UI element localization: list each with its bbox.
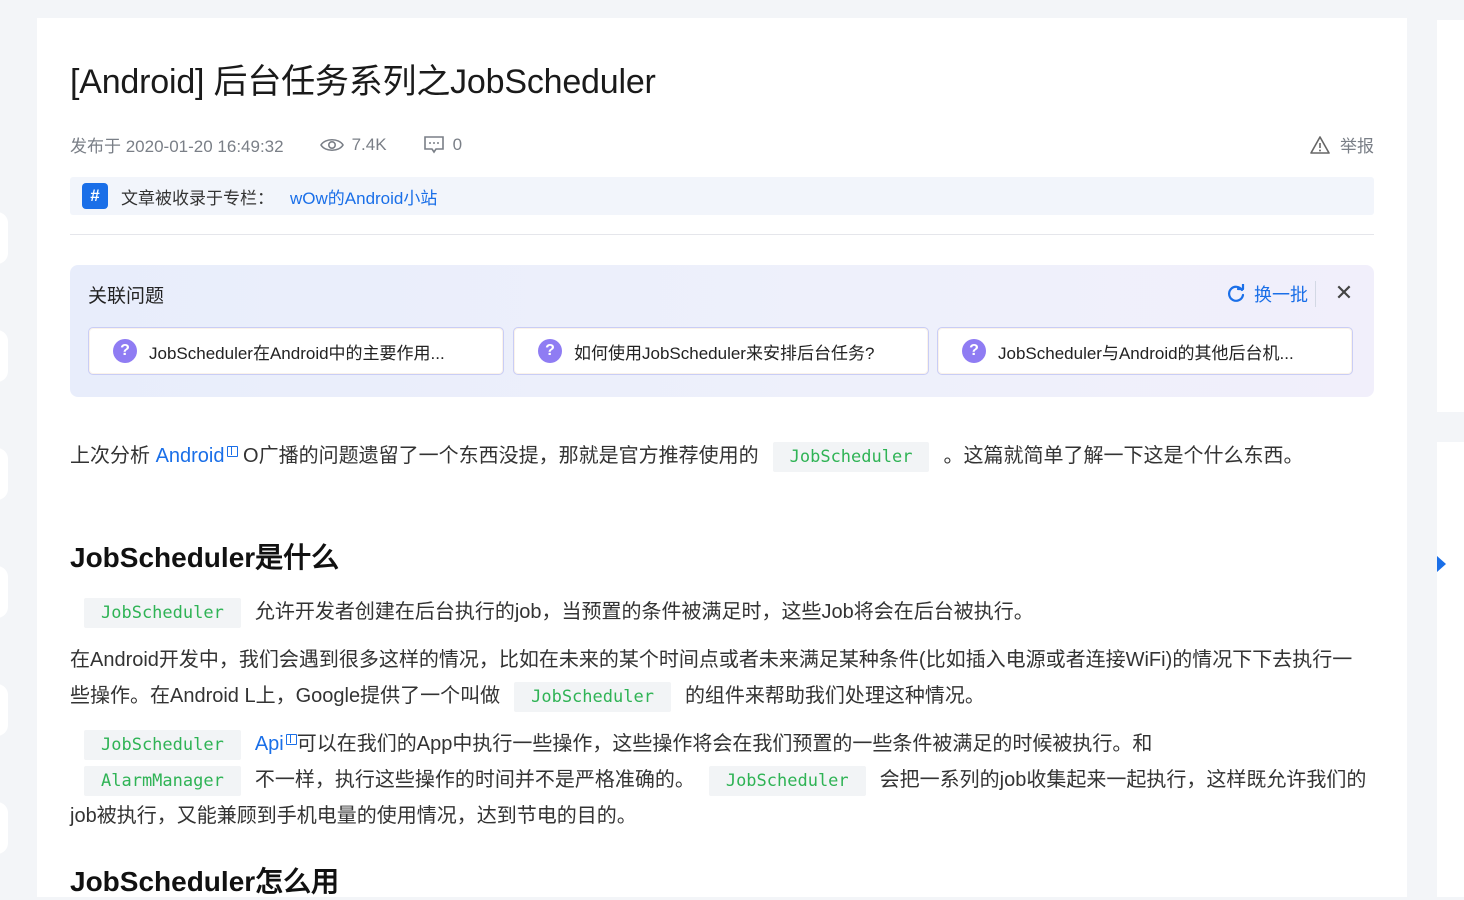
column-link[interactable]: wOw的Android小站 (290, 184, 437, 209)
paragraph-context: 在Android开发中，我们会遇到很多这样的情况，比如在未来的某个时间点或者未来… (70, 642, 1370, 714)
comment-icon (423, 135, 444, 153)
separator (1315, 281, 1316, 307)
divider (70, 234, 1374, 235)
column-label: 文章被收录于专栏： (121, 188, 274, 208)
expand-arrow-icon[interactable] (1437, 556, 1446, 572)
paragraph-what: JobScheduler 允许开发者创建在后台执行的job，当预置的条件被满足时，… (70, 594, 1370, 630)
sidebar-action-button[interactable] (0, 684, 8, 736)
close-icon[interactable]: ✕ (1334, 281, 1354, 305)
sidebar-action-button[interactable] (0, 448, 8, 500)
inline-code: JobScheduler (84, 729, 241, 760)
view-count-value: 7.4K (351, 134, 387, 154)
question-icon: ? (538, 339, 562, 363)
publish-date: 发布于 2020-01-20 16:49:32 (70, 137, 284, 156)
text: 。这篇就简单了解一下这是个什么东西。 (943, 445, 1304, 467)
inline-code: JobScheduler (514, 681, 671, 712)
related-title: 关联问题 (88, 286, 165, 307)
question-text: JobScheduler与Android的其他后台机... (998, 343, 1294, 363)
text: 上次分析 (70, 445, 156, 467)
android-link[interactable]: Android (156, 445, 225, 467)
related-question-card[interactable]: ? 如何使用JobScheduler来安排后台任务? (513, 327, 929, 375)
warning-icon (1310, 135, 1330, 154)
article-meta: 发布于 2020-01-20 16:49:32 7.4K 0 (70, 132, 462, 157)
question-icon: ? (962, 339, 986, 363)
article-card: [Android] 后台任务系列之JobScheduler 发布于 2020-0… (37, 18, 1407, 897)
related-question-card[interactable]: ? JobScheduler在Android中的主要作用... (88, 327, 504, 375)
section-heading: JobScheduler怎么用 (70, 866, 340, 897)
text: 不一样，执行这些操作的时间并不是严格准确的。 (254, 769, 695, 791)
sidebar-action-button[interactable] (0, 212, 8, 264)
right-side-panel (1437, 20, 1464, 412)
book-icon (226, 446, 238, 457)
column-banner: # 文章被收录于专栏： wOw的Android小站 (70, 177, 1374, 215)
refresh-icon (1228, 284, 1245, 302)
paragraph-intro: 上次分析 Android O广播的问题遗留了一个东西没提，那就是官方推荐使用的 J… (70, 438, 1370, 474)
report-button[interactable]: 举报 (1310, 132, 1374, 157)
refresh-button[interactable]: 换一批 (1226, 281, 1308, 307)
text: 可以在我们的App中执行一些操作，这些操作将会在我们预置的一些条件被满足的时候被… (296, 733, 1153, 755)
question-icon: ? (113, 339, 137, 363)
question-text: JobScheduler在Android中的主要作用... (149, 343, 445, 363)
inline-code: JobScheduler (772, 441, 930, 472)
related-question-card[interactable]: ? JobScheduler与Android的其他后台机... (937, 327, 1353, 375)
comment-count-value: 0 (452, 134, 463, 154)
hash-icon: # (82, 183, 108, 209)
text: 的组件来帮助我们处理这种情况。 (684, 685, 985, 707)
right-side-panel (1437, 442, 1464, 897)
text: 允许开发者创建在后台执行的job，当预置的条件被满足时，这些Job将会在后台被执… (254, 601, 1034, 623)
report-label: 举报 (1340, 137, 1374, 156)
sidebar-action-button[interactable] (0, 330, 8, 382)
api-link[interactable]: Api (255, 733, 284, 755)
sidebar-action-button[interactable] (0, 566, 8, 618)
refresh-label: 换一批 (1254, 285, 1308, 305)
book-icon (285, 734, 297, 745)
paragraph-api: JobScheduler Api 可以在我们的App中执行一些操作，这些操作将会在我… (70, 726, 1370, 834)
sidebar-action-button[interactable] (0, 802, 8, 854)
related-questions-panel: 关联问题 换一批 ✕ ? JobScheduler在Android中的主要作用.… (70, 265, 1374, 397)
inline-code: JobScheduler (708, 765, 866, 796)
text: O广播的问题遗留了一个东西没提，那就是官方推荐使用的 (237, 445, 759, 467)
inline-code: JobScheduler (84, 597, 241, 628)
question-text: 如何使用JobScheduler来安排后台任务? (574, 343, 875, 363)
view-count: 7.4K (319, 134, 387, 155)
comment-count[interactable]: 0 (423, 135, 462, 155)
eye-icon (319, 138, 344, 151)
section-heading: JobScheduler是什么 (70, 542, 340, 573)
article-title: [Android] 后台任务系列之JobScheduler (70, 63, 656, 101)
inline-code: AlarmManager (84, 765, 241, 796)
left-sidebar-strip (0, 0, 36, 897)
